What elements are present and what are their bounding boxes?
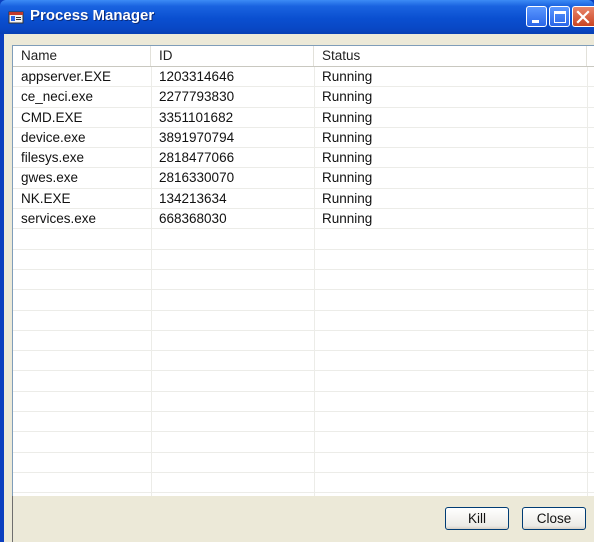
process-name-cell: NK.EXE — [21, 190, 71, 206]
empty-table-row — [13, 453, 594, 473]
table-row[interactable]: gwes.exe 2816330070 Running — [13, 168, 594, 189]
process-status-cell: Running — [322, 109, 373, 125]
window-title: Process Manager — [30, 7, 155, 24]
empty-table-row — [13, 392, 594, 413]
empty-table-row — [13, 331, 594, 352]
button-bar: Kill Close — [12, 496, 594, 542]
process-id-cell: 3351101682 — [159, 109, 234, 125]
empty-table-row — [13, 432, 594, 453]
title-bar[interactable]: Process Manager — [0, 0, 594, 34]
process-status-cell: Running — [322, 150, 373, 166]
process-status-cell: Running — [322, 89, 373, 105]
close-window-button[interactable] — [572, 6, 594, 27]
empty-table-row — [13, 250, 594, 270]
kill-button[interactable]: Kill — [445, 507, 509, 530]
process-manager-window: Process Manager Name ID Status appserver… — [0, 0, 594, 542]
column-header-id[interactable]: ID — [151, 46, 314, 66]
close-button[interactable]: Close — [522, 507, 586, 530]
table-row[interactable]: device.exe 3891970794 Running — [13, 128, 594, 149]
close-icon — [576, 10, 590, 24]
process-name-cell: appserver.EXE — [21, 69, 112, 84]
process-name-cell: services.exe — [21, 211, 97, 227]
app-window-icon — [8, 9, 24, 25]
minimize-icon — [532, 20, 539, 23]
process-id-cell: 2816330070 — [159, 170, 235, 186]
process-name-cell: gwes.exe — [21, 170, 79, 186]
process-name-cell: CMD.EXE — [21, 109, 83, 125]
table-row[interactable]: appserver.EXE 1203314646 Running — [13, 67, 594, 88]
empty-table-row — [13, 371, 594, 392]
process-status-cell: Running — [322, 190, 373, 206]
minimize-button[interactable] — [526, 6, 547, 27]
maximize-icon — [554, 11, 566, 23]
process-table[interactable]: Name ID Status appserver.EXE 1203314646 … — [12, 45, 594, 496]
empty-table-row — [13, 351, 594, 372]
process-status-cell: Running — [322, 170, 373, 186]
process-id-cell: 668368030 — [159, 211, 227, 227]
column-header-status[interactable]: Status — [314, 46, 587, 66]
empty-table-row — [13, 311, 594, 331]
table-row[interactable]: services.exe 668368030 Running — [13, 209, 594, 230]
table-row[interactable]: CMD.EXE 3351101682 Running — [13, 108, 594, 128]
empty-table-row — [13, 473, 594, 494]
process-id-cell: 2277793830 — [159, 89, 235, 105]
process-name-cell: ce_neci.exe — [21, 89, 94, 105]
process-name-cell: filesys.exe — [21, 150, 85, 166]
process-status-cell: Running — [322, 69, 373, 84]
process-id-cell: 134213634 — [159, 190, 227, 206]
window-client-area: Name ID Status appserver.EXE 1203314646 … — [4, 34, 594, 542]
table-body: appserver.EXE 1203314646 Running ce_neci… — [13, 67, 594, 494]
process-status-cell: Running — [322, 211, 373, 227]
table-row[interactable]: NK.EXE 134213634 Running — [13, 189, 594, 210]
empty-table-row — [13, 229, 594, 250]
column-header-name[interactable]: Name — [13, 46, 151, 66]
empty-table-row — [13, 270, 594, 291]
maximize-button[interactable] — [549, 6, 570, 27]
process-id-cell: 2818477066 — [159, 150, 235, 166]
process-id-cell: 3891970794 — [159, 129, 235, 145]
table-header: Name ID Status — [13, 46, 594, 67]
process-status-cell: Running — [322, 129, 373, 145]
empty-table-row — [13, 290, 594, 311]
process-name-cell: device.exe — [21, 129, 86, 145]
process-id-cell: 1203314646 — [159, 69, 235, 84]
table-row[interactable]: ce_neci.exe 2277793830 Running — [13, 87, 594, 108]
empty-table-row — [13, 412, 594, 433]
table-row[interactable]: filesys.exe 2818477066 Running — [13, 148, 594, 169]
